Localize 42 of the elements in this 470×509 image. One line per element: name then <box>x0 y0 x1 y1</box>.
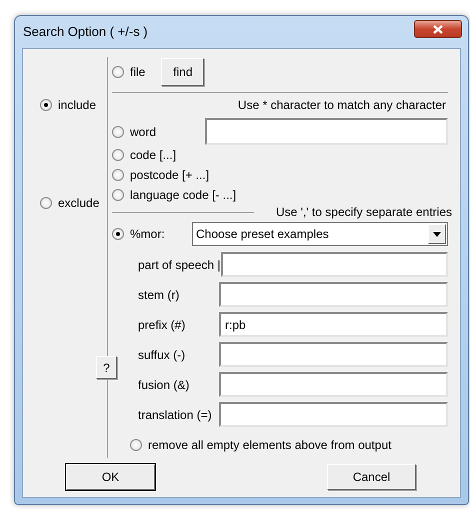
search-type-label: code [...] <box>130 147 176 164</box>
search-type-label: word <box>130 124 156 140</box>
field-label: part of speech | <box>138 256 220 274</box>
field-label: fusion (&) <box>138 376 190 394</box>
hint-text: Use ',' to specify separate entries <box>276 204 453 221</box>
mode-label: exclude <box>58 195 100 212</box>
file-radio[interactable] <box>112 66 124 78</box>
search-type-radio[interactable] <box>112 149 124 161</box>
search-type-label: %mor: <box>130 226 165 243</box>
file-label: file <box>130 64 146 81</box>
option-radio[interactable] <box>130 439 142 451</box>
search-type-radio[interactable] <box>112 228 124 240</box>
text-field[interactable] <box>219 402 448 427</box>
preset-dropdown[interactable]: Choose preset examples <box>192 222 448 246</box>
mode-radio[interactable] <box>40 99 52 111</box>
field-label: prefix (#) <box>138 316 186 334</box>
field-label: stem (r) <box>138 286 180 304</box>
word-field[interactable] <box>205 118 448 145</box>
search-type-radio[interactable] <box>112 126 124 138</box>
search-type-radio[interactable] <box>112 189 124 201</box>
mode-radio[interactable] <box>40 197 52 209</box>
search-type-label: postcode [+ ...] <box>130 167 210 184</box>
find-button[interactable]: find <box>161 58 204 86</box>
text-field[interactable] <box>219 342 448 367</box>
window-title: Search Option ( +/-s ) <box>22 23 148 42</box>
text-field[interactable] <box>220 252 448 277</box>
search-type-radio[interactable] <box>112 169 124 181</box>
hint-text: Use * character to match any character <box>238 97 446 114</box>
ok-button[interactable]: OK <box>66 464 155 490</box>
field-label: translation (=) <box>138 406 212 424</box>
option-label: remove all empty elements above from output <box>148 437 392 454</box>
mode-label: include <box>58 97 96 114</box>
text-field[interactable]: r:pb <box>219 312 448 337</box>
cancel-button[interactable]: Cancel <box>327 464 416 490</box>
help-button[interactable]: ? <box>96 356 117 379</box>
caret-icon <box>433 232 441 236</box>
close-button[interactable] <box>414 20 462 38</box>
text-field[interactable] <box>219 372 448 397</box>
text-field[interactable] <box>219 282 448 307</box>
field-label: suffux (-) <box>138 346 186 364</box>
close-icon <box>433 24 443 34</box>
search-type-label: language code [- ...] <box>130 187 236 204</box>
